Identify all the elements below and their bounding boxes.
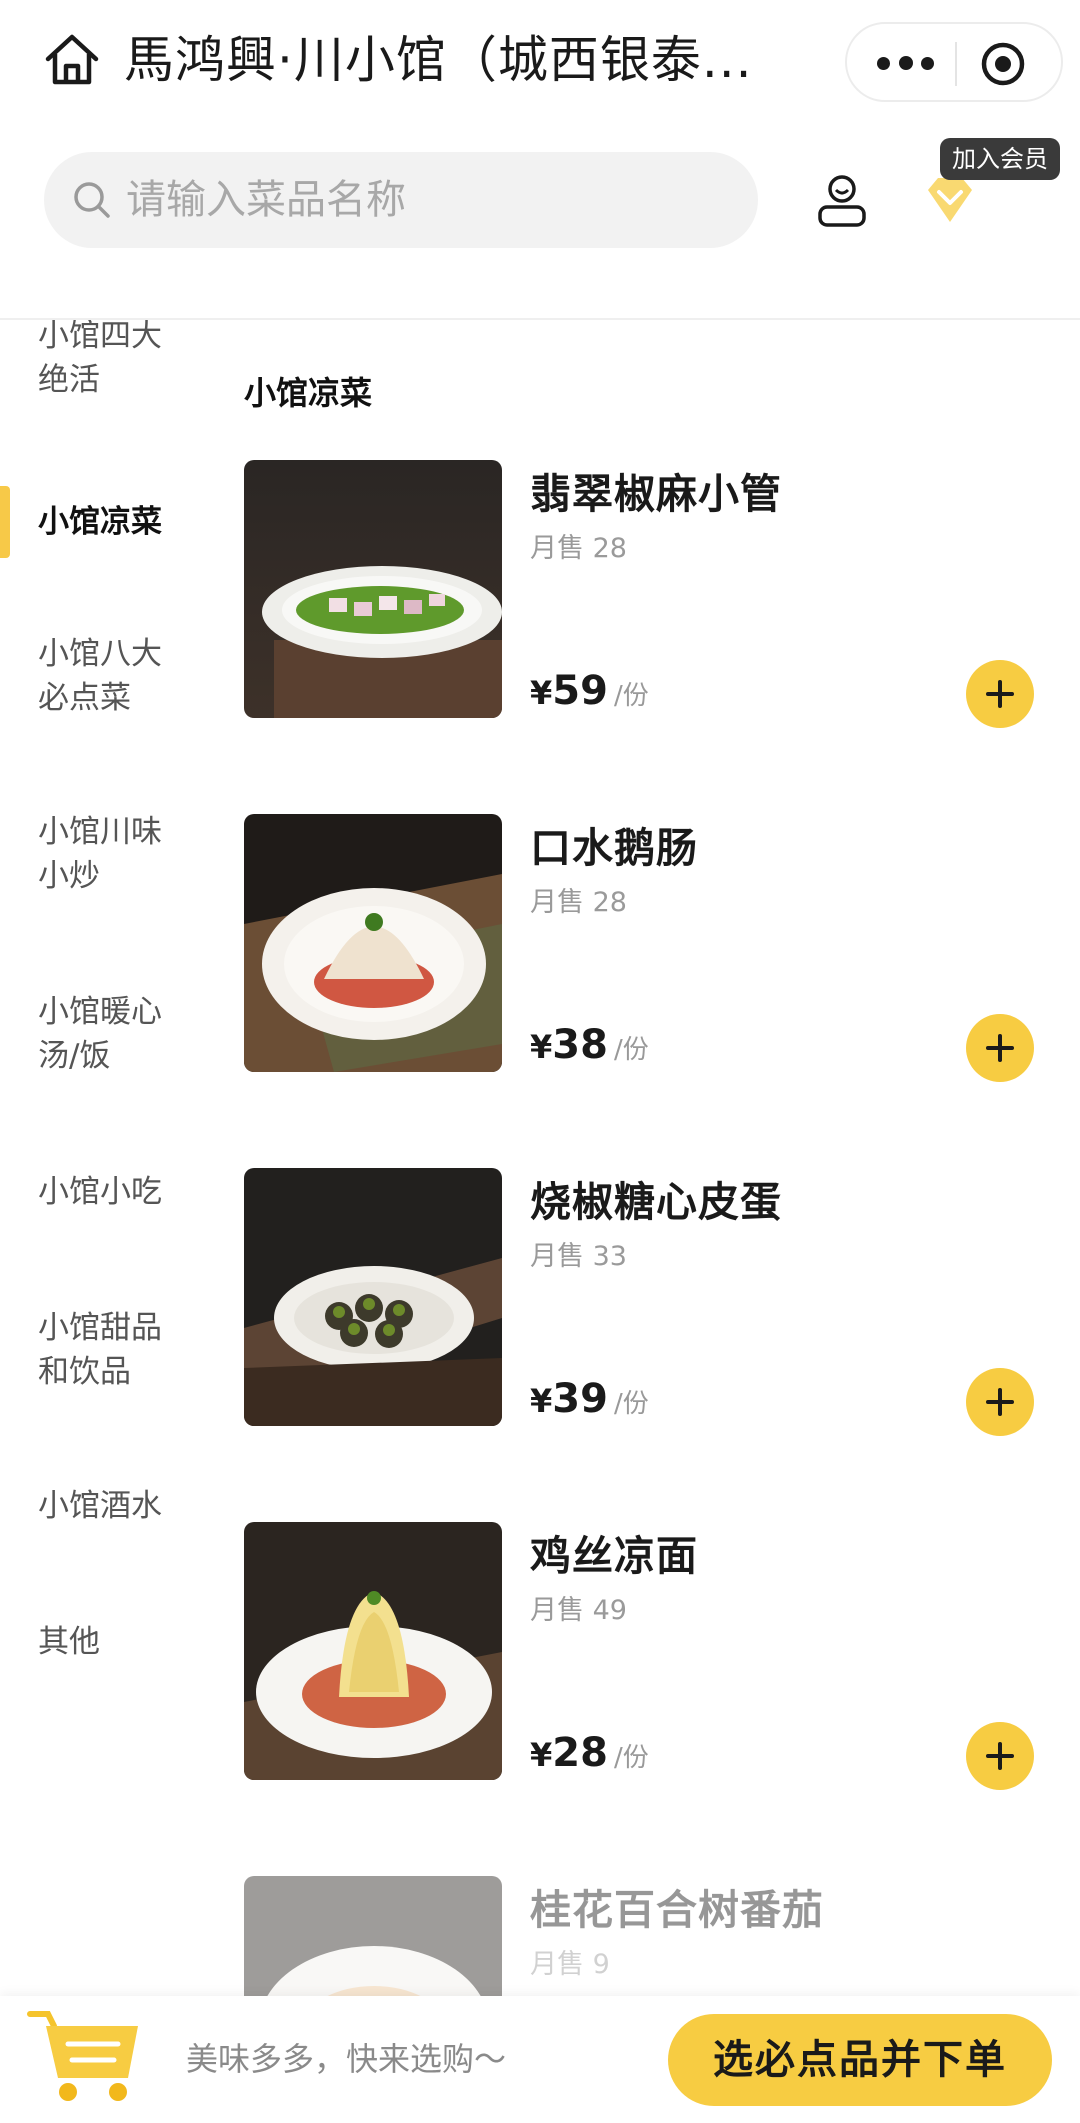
search-bar[interactable] — [44, 152, 758, 248]
dish-monthly-sales: 月售 33 — [530, 1241, 627, 1272]
dish-price: ¥39/份 — [530, 1376, 649, 1426]
join-member-badge[interactable]: 加入会员 — [940, 138, 1060, 180]
dish-name: 鸡丝凉面 — [530, 1532, 698, 1580]
search-icon — [70, 178, 114, 222]
capsule-divider — [955, 42, 957, 86]
dish-monthly-sales: 月售 28 — [530, 533, 627, 564]
dish-item[interactable]: 桂花百合树番茄 月售 9 — [244, 1876, 1064, 1996]
price-amount: 59 — [552, 668, 608, 714]
sidebar-item-must-order[interactable]: 小馆八大 必点菜 — [38, 632, 198, 720]
price-amount: 38 — [552, 1022, 608, 1068]
dish-monthly-sales: 月售 9 — [530, 1949, 610, 1980]
dish-photo[interactable] — [244, 460, 502, 718]
dish-name: 口水鹅肠 — [530, 824, 698, 872]
checkout-button[interactable]: 选必点品并下单 — [668, 2014, 1052, 2106]
add-to-cart-button[interactable] — [966, 1368, 1034, 1436]
dish-price: ¥28/份 — [530, 1730, 649, 1780]
price-amount: 28 — [552, 1730, 608, 1776]
more-dots-icon[interactable] — [867, 42, 943, 86]
sidebar-item-cold-dishes[interactable]: 小馆凉菜 — [38, 500, 198, 544]
sidebar-item-soup-rice[interactable]: 小馆暖心 汤/饭 — [38, 990, 198, 1078]
sidebar-item-alcohol[interactable]: 小馆酒水 — [38, 1484, 198, 1528]
currency-symbol: ¥ — [530, 1736, 553, 1774]
dish-monthly-sales: 月售 49 — [530, 1595, 627, 1626]
category-sidebar: 小馆四大 绝活 小馆凉菜 小馆八大 必点菜 小馆川味 小炒 小馆暖心 汤/饭 小… — [0, 320, 210, 1996]
sidebar-item-other[interactable]: 其他 — [38, 1620, 198, 1664]
price-unit: /份 — [613, 1743, 649, 1773]
menu-page: 馬鸿興·川小馆（城西银泰... 请输入菜品名称 加入会员 小馆四大 绝活 小馆凉… — [0, 0, 1080, 2123]
sidebar-item-snacks[interactable]: 小馆小吃 — [38, 1170, 198, 1214]
sidebar-item-signature[interactable]: 小馆四大 绝活 — [38, 320, 198, 402]
target-circle-icon[interactable] — [977, 38, 1029, 90]
section-title: 小馆凉菜 — [244, 374, 373, 412]
navigation-bar: 馬鸿興·川小馆（城西银泰... — [0, 0, 1080, 124]
dish-price: ¥59/份 — [530, 668, 649, 718]
currency-symbol: ¥ — [530, 1028, 553, 1066]
cart-bar: 美味多多，快来选购～ 选必点品并下单 — [0, 1996, 1080, 2123]
add-to-cart-button[interactable] — [966, 1014, 1034, 1082]
price-unit: /份 — [613, 681, 649, 711]
dish-item[interactable]: 烧椒糖心皮蛋 月售 33 ¥39/份 — [244, 1168, 1064, 1436]
price-amount: 39 — [552, 1376, 608, 1422]
dish-monthly-sales: 月售 28 — [530, 887, 627, 918]
dish-photo[interactable] — [244, 1168, 502, 1426]
dish-name: 桂花百合树番茄 — [530, 1886, 824, 1934]
currency-symbol: ¥ — [530, 1382, 553, 1420]
dish-photo[interactable] — [244, 1522, 502, 1780]
dish-name: 翡翠椒麻小管 — [530, 470, 782, 518]
add-to-cart-button[interactable] — [966, 660, 1034, 728]
user-icon[interactable] — [812, 170, 872, 230]
currency-symbol: ¥ — [530, 674, 553, 712]
dish-item[interactable]: 口水鹅肠 月售 28 ¥38/份 — [244, 814, 1064, 1082]
sidebar-item-stir-fry[interactable]: 小馆川味 小炒 — [38, 810, 198, 898]
dish-photo[interactable] — [244, 1876, 502, 1996]
home-icon[interactable] — [38, 26, 106, 94]
page-title: 馬鸿興·川小馆（城西银泰... — [124, 31, 753, 89]
cart-hint-text: 美味多多，快来选购～ — [186, 2040, 507, 2078]
mini-program-capsule — [845, 22, 1063, 102]
dish-photo[interactable] — [244, 814, 502, 1072]
sidebar-item-desserts-drinks[interactable]: 小馆甜品 和饮品 — [38, 1306, 198, 1394]
price-unit: /份 — [613, 1035, 649, 1065]
dish-item[interactable]: 鸡丝凉面 月售 49 ¥28/份 — [244, 1522, 1064, 1790]
dish-name: 烧椒糖心皮蛋 — [530, 1178, 782, 1226]
shopping-cart-icon[interactable] — [24, 2006, 144, 2106]
price-unit: /份 — [613, 1389, 649, 1419]
search-input[interactable] — [126, 152, 726, 248]
active-category-indicator — [0, 486, 10, 558]
add-to-cart-button[interactable] — [966, 1722, 1034, 1790]
dish-item[interactable]: 翡翠椒麻小管 月售 28 ¥59/份 — [244, 460, 1064, 728]
dish-price: ¥38/份 — [530, 1022, 649, 1072]
